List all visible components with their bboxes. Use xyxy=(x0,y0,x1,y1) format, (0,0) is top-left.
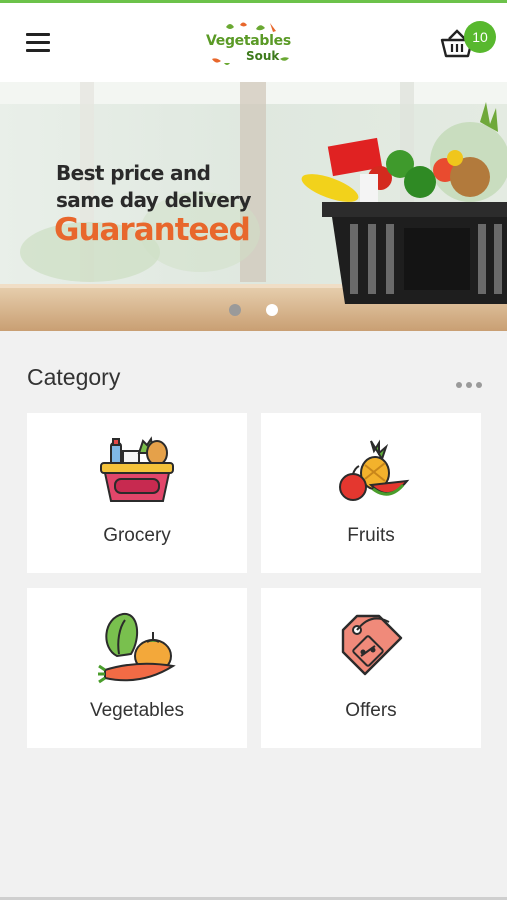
grocery-basket-icon xyxy=(100,436,174,502)
category-label-offers: Offers xyxy=(345,700,397,721)
category-card-offers[interactable]: Offers xyxy=(261,588,481,748)
category-label-grocery: Grocery xyxy=(103,525,171,546)
category-card-fruits[interactable]: Fruits xyxy=(261,413,481,573)
app-logo[interactable]: Vegetables Souk xyxy=(196,19,308,71)
category-card-vegetables[interactable]: Vegetables xyxy=(27,588,247,748)
category-more-button[interactable] xyxy=(452,374,486,396)
category-label-vegetables: Vegetables xyxy=(89,700,185,721)
carousel-dot-1[interactable] xyxy=(229,304,241,316)
carousel-dot-2[interactable] xyxy=(266,304,278,316)
cart-count-badge: 10 xyxy=(464,21,496,53)
app-bar: Vegetables Souk 10 xyxy=(0,3,507,82)
banner-headline-line2: same day delivery xyxy=(56,188,251,212)
menu-button[interactable] xyxy=(22,27,56,57)
logo-text-vegetables: Vegetables xyxy=(206,33,291,49)
category-card-grocery[interactable]: Grocery xyxy=(27,413,247,573)
fruits-icon xyxy=(339,439,410,501)
cart-button[interactable]: 10 xyxy=(436,21,498,65)
category-section-title: Category xyxy=(27,364,121,390)
banner-headline-line1: Best price and xyxy=(56,161,211,185)
offer-tag-icon xyxy=(341,614,403,676)
promo-banner[interactable]: Best price and same day delivery Guarant… xyxy=(0,82,507,331)
logo-text-souk: Souk xyxy=(246,49,280,63)
vegetables-icon xyxy=(98,612,176,684)
category-label-fruits: Fruits xyxy=(347,525,395,546)
banner-headline-guaranteed: Guaranteed xyxy=(54,212,251,248)
